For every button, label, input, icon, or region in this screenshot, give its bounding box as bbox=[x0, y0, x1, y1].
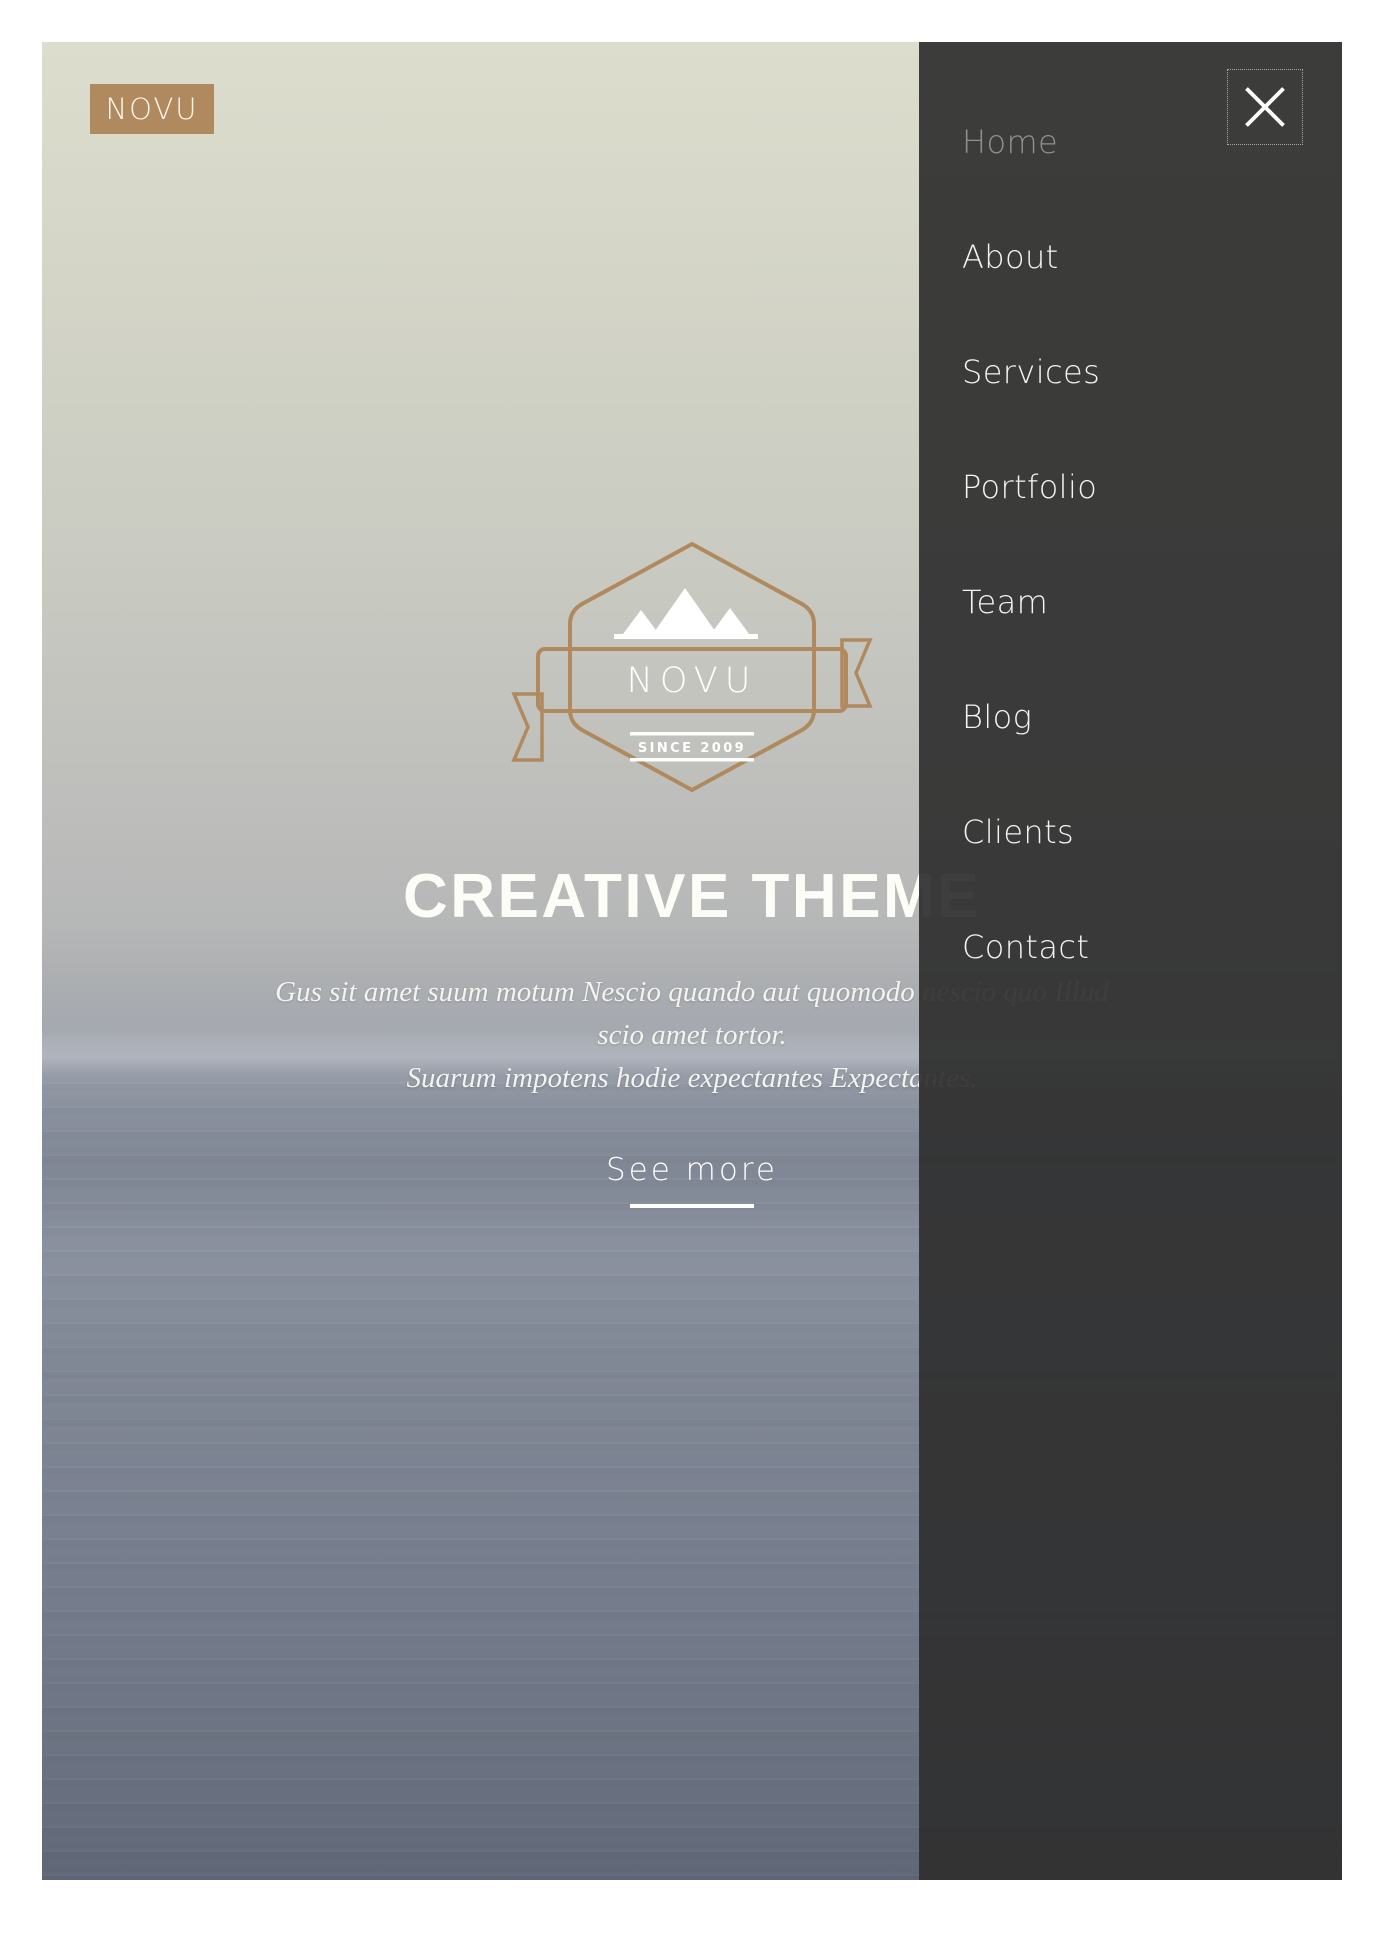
slideout-nav-panel: Home About Services Portfolio Team Blog … bbox=[919, 42, 1342, 1880]
nav-item-services[interactable]: Services bbox=[962, 314, 1302, 429]
hero-subtitle-line-2: scio amet tortor. bbox=[597, 1019, 787, 1051]
nav-item-portfolio[interactable]: Portfolio bbox=[962, 429, 1302, 544]
nav-item-home[interactable]: Home bbox=[962, 84, 1302, 199]
nav-item-label: About bbox=[962, 237, 1059, 276]
since-rule-top bbox=[630, 732, 754, 736]
nav-item-label: Contact bbox=[962, 927, 1090, 966]
nav-item-label: Clients bbox=[962, 812, 1075, 851]
see-more-underline bbox=[629, 1203, 754, 1208]
badge-wordmark: NOVU bbox=[627, 661, 758, 701]
badge-svg: NOVU SINCE 2009 bbox=[511, 541, 873, 793]
nav-item-blog[interactable]: Blog bbox=[962, 659, 1302, 774]
site-logo[interactable]: NOVU bbox=[90, 84, 214, 134]
nav-item-label: Home bbox=[962, 122, 1059, 161]
nav-item-label: Team bbox=[962, 582, 1049, 621]
badge-emblem: NOVU SINCE 2009 bbox=[502, 532, 882, 802]
site-logo-text: NOVU bbox=[105, 91, 199, 126]
page-root: NOVU NOVU SINCE 2009 CREATIVE THEME Gus … bbox=[0, 0, 1391, 1935]
nav-item-clients[interactable]: Clients bbox=[962, 774, 1302, 889]
hero-subtitle-line-3: Suarum impotens hodie expectantes Expect… bbox=[406, 1061, 978, 1094]
nav-item-team[interactable]: Team bbox=[962, 544, 1302, 659]
nav-menu-list: Home About Services Portfolio Team Blog … bbox=[962, 84, 1302, 1004]
see-more-button[interactable]: See more bbox=[606, 1152, 778, 1208]
since-rule-bottom bbox=[630, 758, 754, 762]
nav-item-label: Blog bbox=[962, 697, 1033, 736]
nav-item-contact[interactable]: Contact bbox=[962, 889, 1302, 1004]
nav-item-about[interactable]: About bbox=[962, 199, 1302, 314]
see-more-label: See more bbox=[606, 1151, 778, 1188]
nav-item-label: Services bbox=[962, 352, 1101, 391]
mountain-icon bbox=[614, 588, 758, 639]
nav-item-label: Portfolio bbox=[962, 467, 1098, 506]
badge-since-text: SINCE 2009 bbox=[638, 741, 746, 756]
